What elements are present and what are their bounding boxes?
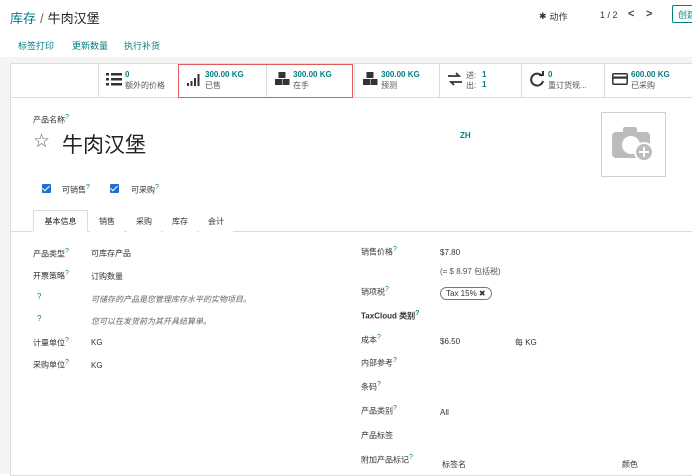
tax-tag-label: Tax 15% (446, 289, 477, 298)
refresh-icon (530, 71, 544, 87)
help-icon: ? (37, 314, 42, 323)
invoice-policy-label: 开票策略? (33, 270, 69, 281)
tab-purchase[interactable]: 采购 (127, 210, 161, 232)
sale-price-label: 销售价格? (361, 246, 397, 257)
update-quantity-button[interactable]: 更新数量 (72, 39, 108, 52)
breadcrumb-parent-link[interactable]: 库存 (10, 11, 36, 26)
column-header-tag-name[interactable]: 标签名 (442, 459, 466, 470)
tab-general-info[interactable]: 基本信息 (33, 210, 88, 232)
uom-value[interactable]: KG (91, 338, 103, 347)
cost-label: 成本? (361, 334, 381, 345)
can-be-sold-checkbox[interactable] (42, 184, 51, 193)
star-icon[interactable]: ☆ (33, 130, 50, 153)
purchase-uom-label: 采购单位? (33, 359, 69, 370)
product-name[interactable]: 牛肉汉堡 (62, 129, 146, 159)
help-icon: ? (37, 292, 42, 301)
tab-inventory[interactable]: 库存 (163, 210, 197, 232)
stat-extra-prices[interactable]: 0 额外的价格 (98, 63, 178, 97)
pager-value[interactable]: 1 / 2 (600, 10, 618, 20)
tax-tag[interactable]: Tax 15% ✖ (440, 287, 492, 300)
cost-value[interactable]: $6.50 (440, 337, 460, 346)
column-header-color[interactable]: 颜色 (622, 459, 638, 470)
stat-in-value: 1 (482, 70, 487, 79)
product-tags-label: 产品标签 (361, 431, 393, 440)
product-type-value[interactable]: 可库存产品 (91, 248, 131, 259)
pager-prev-icon[interactable]: < (628, 8, 634, 20)
highlight-box (178, 64, 353, 98)
can-be-purchased-checkbox[interactable] (110, 184, 119, 193)
camera-icon (612, 127, 654, 162)
stat-label: 已采购 (631, 81, 655, 90)
can-be-purchased-label: 可采购? (131, 184, 159, 195)
tab-sales[interactable]: 销售 (90, 210, 124, 232)
print-labels-button[interactable]: 标签打印 (18, 39, 54, 52)
product-category-label: 产品类别? (361, 405, 397, 416)
purchase-uom-value[interactable]: KG (91, 361, 103, 370)
credit-card-icon (612, 73, 628, 85)
product-category-value[interactable]: All (440, 408, 449, 417)
product-image[interactable] (601, 112, 666, 177)
pager-next-icon[interactable]: > (646, 8, 652, 20)
sale-price-value[interactable]: $7.80 (440, 248, 460, 257)
stat-value: 0 (125, 70, 130, 79)
remove-tag-icon[interactable]: ✖ (479, 289, 486, 298)
stat-purchased[interactable]: 600.00 KG 已采购 (604, 63, 692, 97)
stat-out-value: 1 (482, 80, 487, 89)
stat-label: 预测 (381, 81, 397, 90)
internal-reference-label: 内部参考? (361, 357, 397, 368)
stat-value: 600.00 KG (631, 70, 670, 79)
customer-taxes-label: 销项税? (361, 286, 389, 297)
exchange-icon (448, 72, 462, 86)
help-text-storable: 可储存的产品是您管理库存水平的实物项目。 (91, 295, 251, 304)
actions-menu[interactable]: ✱ 动作 (539, 10, 568, 23)
language-badge[interactable]: ZH (460, 131, 471, 140)
stat-label: 额外的价格 (125, 81, 165, 90)
taxcloud-category-label: TaxCloud 类别? (361, 310, 420, 321)
stat-reordering-rules[interactable]: 0 重订货规... (521, 63, 604, 97)
create-button[interactable]: 创建 (672, 5, 692, 23)
stat-out-label: 出: (466, 81, 477, 90)
replenish-button[interactable]: 执行补货 (124, 39, 160, 52)
sale-price-incl-tax: (= $ 8.97 包括税) (440, 267, 501, 276)
list-icon (106, 73, 122, 86)
stat-value: 0 (548, 70, 553, 79)
invoice-policy-value[interactable]: 订购数量 (91, 271, 123, 282)
form-toolbar: 标签打印 更新数量 执行补货 (0, 33, 692, 58)
breadcrumb-current: 牛肉汉堡 (47, 11, 100, 26)
actions-label: 动作 (549, 12, 568, 22)
tab-accounting[interactable]: 会计 (199, 210, 233, 232)
breadcrumb: 库存 / 牛肉汉堡 (10, 8, 100, 27)
stat-label: 重订货规... (548, 81, 587, 90)
gear-icon: ✱ (539, 11, 547, 21)
extra-product-tags-label: 附加产品标记? (361, 454, 413, 465)
breadcrumb-separator: / (40, 11, 44, 26)
form-sheet (10, 63, 692, 476)
stat-value: 300.00 KG (381, 70, 420, 79)
barcode-label: 条码? (361, 381, 381, 392)
product-type-label: 产品类型? (33, 248, 69, 259)
control-panel (0, 0, 692, 32)
cubes-icon (363, 72, 378, 85)
stat-in-out[interactable]: 进: 1 出: 1 (439, 63, 521, 97)
cost-per-unit: 每 KG (515, 338, 537, 347)
uom-label: 计量单位? (33, 337, 69, 348)
can-be-sold-label: 可销售? (62, 184, 90, 195)
product-name-label: 产品名称? (33, 114, 69, 125)
stat-forecasted[interactable]: 300.00 KG 预测 (354, 63, 439, 97)
help-text-invoice: 您可以在发货前为其开具结算单。 (91, 317, 211, 326)
